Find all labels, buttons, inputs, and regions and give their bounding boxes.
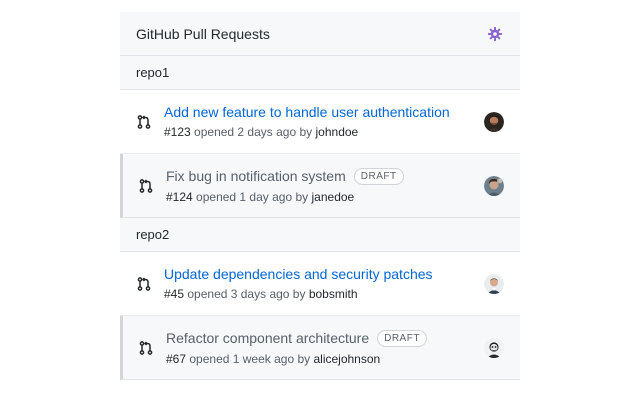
pr-meta: #123 opened 2 days ago by johndoe xyxy=(164,125,476,139)
pull-requests-panel: GitHub Pull Requests repo1 Add new featu… xyxy=(120,12,520,384)
pr-opened-text: opened 2 days ago by xyxy=(194,125,313,139)
pr-body: Fix bug in notification system DRAFT #12… xyxy=(166,167,476,204)
repo-header-repo2: repo2 xyxy=(120,218,520,252)
avatar[interactable] xyxy=(484,111,504,132)
pr-title-link[interactable]: Update dependencies and security patches xyxy=(164,266,433,282)
pull-request-icon xyxy=(136,276,152,292)
pr-meta: #45 opened 3 days ago by bobsmith xyxy=(164,287,476,301)
panel-title: GitHub Pull Requests xyxy=(136,25,270,42)
pr-title-line: Update dependencies and security patches xyxy=(164,266,476,282)
gear-icon[interactable] xyxy=(486,25,504,43)
pr-number: #45 xyxy=(164,287,185,301)
repo-header-repo1: repo1 xyxy=(120,56,520,90)
avatar[interactable] xyxy=(484,175,504,196)
pr-row[interactable]: Add new feature to handle user authentic… xyxy=(120,90,520,154)
draft-badge: DRAFT xyxy=(353,167,404,185)
pr-title-link[interactable]: Refactor component architecture xyxy=(166,330,369,346)
pr-body: Refactor component architecture DRAFT #6… xyxy=(166,329,476,366)
pull-request-icon xyxy=(138,340,154,356)
pr-row[interactable]: Refactor component architecture DRAFT #6… xyxy=(120,316,520,380)
draft-badge: DRAFT xyxy=(377,329,427,347)
pull-request-icon xyxy=(136,114,152,130)
avatar[interactable] xyxy=(484,273,504,294)
pr-title-line: Refactor component architecture DRAFT xyxy=(166,329,476,347)
pr-row[interactable]: Fix bug in notification system DRAFT #12… xyxy=(120,154,520,218)
pr-meta: #67 opened 1 week ago by alicejohnson xyxy=(166,352,476,366)
pr-author[interactable]: janedoe xyxy=(312,190,355,204)
pr-opened-text: opened 3 days ago by xyxy=(187,287,306,301)
pr-opened-text: opened 1 day ago by xyxy=(196,189,309,204)
panel-header: GitHub Pull Requests xyxy=(120,12,520,56)
pr-meta: #124 opened 1 day ago by janedoe xyxy=(166,190,476,204)
pr-body: Add new feature to handle user authentic… xyxy=(164,104,476,139)
pr-title-link[interactable]: Add new feature to handle user authentic… xyxy=(164,104,450,120)
pull-request-icon xyxy=(138,178,154,194)
pr-author[interactable]: alicejohnson xyxy=(313,352,380,366)
pr-number: #124 xyxy=(166,189,193,204)
pr-title-link[interactable]: Fix bug in notification system xyxy=(166,168,346,184)
pr-author[interactable]: bobsmith xyxy=(309,287,358,301)
pr-number: #67 xyxy=(166,351,187,366)
avatar[interactable] xyxy=(484,337,504,358)
pr-body: Update dependencies and security patches… xyxy=(164,266,476,301)
pr-author[interactable]: johndoe xyxy=(316,125,359,139)
pr-title-line: Add new feature to handle user authentic… xyxy=(164,104,476,120)
pr-number: #123 xyxy=(164,125,191,139)
pr-title-line: Fix bug in notification system DRAFT xyxy=(166,167,476,185)
pr-row[interactable]: Update dependencies and security patches… xyxy=(120,252,520,316)
pr-opened-text: opened 1 week ago by xyxy=(189,351,311,366)
